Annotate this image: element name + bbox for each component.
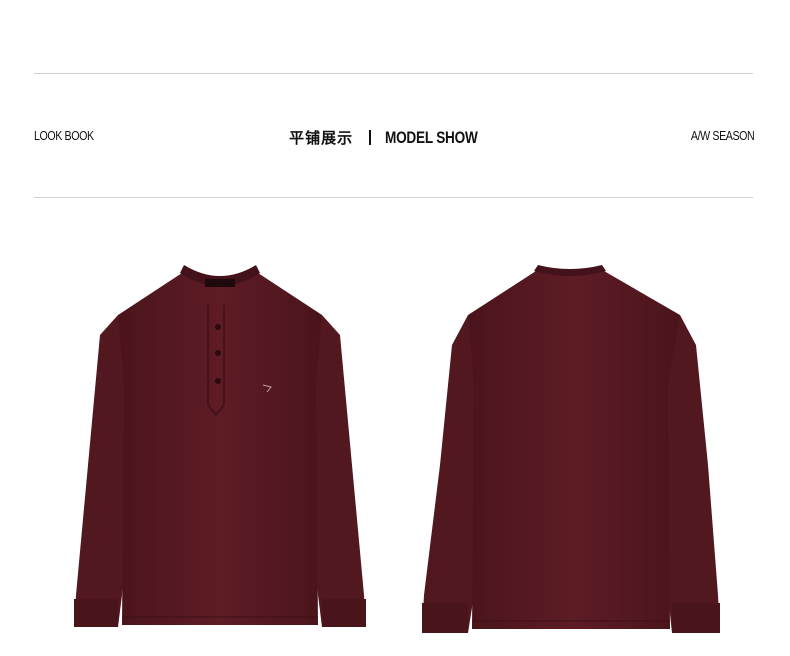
- shirt-back-image: [418, 265, 728, 640]
- bottom-divider: [34, 197, 753, 198]
- shirt-front-image: [70, 265, 370, 640]
- title-separator: [369, 130, 372, 145]
- section-title-cn: 平铺展示: [289, 129, 354, 147]
- section-title-en: MODEL SHOW: [385, 128, 478, 147]
- section-title: 平铺展示 MODEL SHOW: [0, 127, 790, 148]
- season-label: A/W SEASON: [690, 128, 755, 143]
- top-divider: [34, 73, 753, 74]
